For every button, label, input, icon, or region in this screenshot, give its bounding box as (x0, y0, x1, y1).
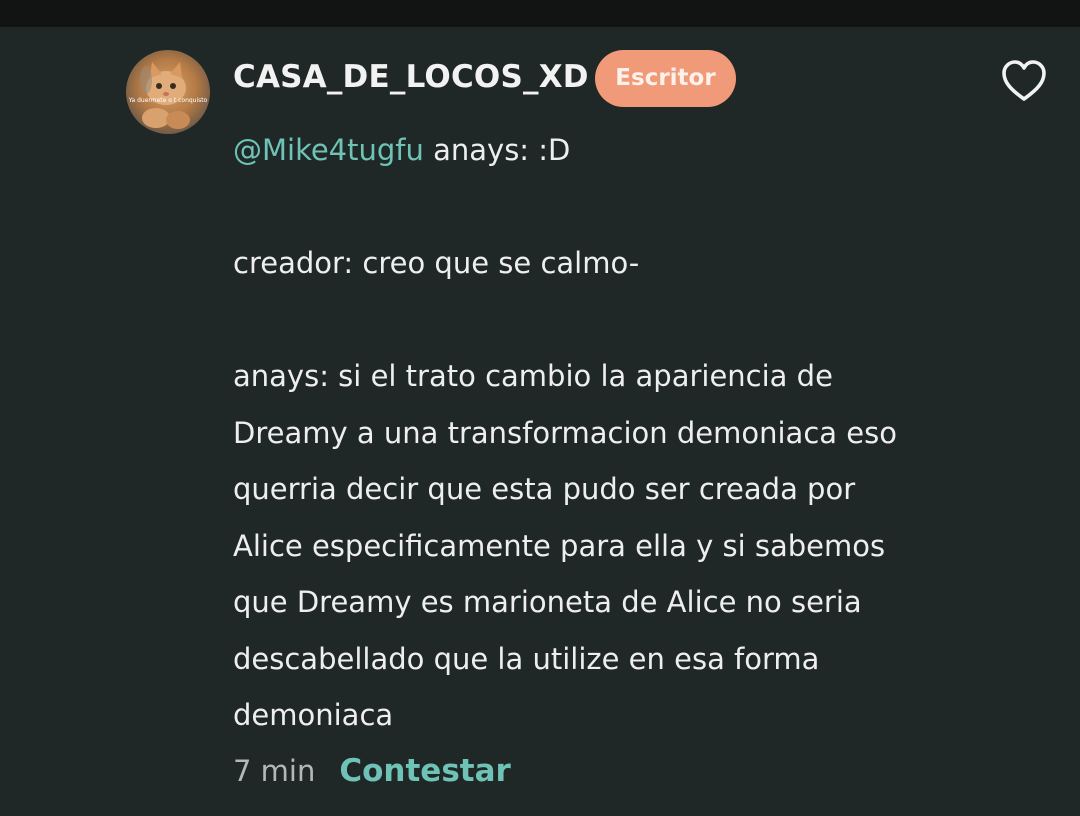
comment-card: Ya duermete o t conquisto CASA_DE_LOCOS_… (0, 27, 1080, 816)
comment-body: creador: creo que se calmo- anays: si el… (233, 246, 897, 732)
comment-text: @Mike4tugfu anays: :D creador: creo que … (233, 122, 993, 744)
avatar[interactable]: Ya duermete o t conquisto (126, 50, 210, 134)
like-button[interactable] (1000, 59, 1048, 103)
reply-button[interactable]: Contestar (339, 753, 510, 789)
role-badge: Escritor (595, 50, 736, 107)
timestamp: 7 min (233, 754, 316, 788)
mention-link[interactable]: @Mike4tugfu (233, 133, 424, 167)
heart-outline-icon (1002, 60, 1046, 101)
avatar-caption: Ya duermete o t conquisto (128, 97, 208, 104)
comment-first-line: anays: :D (423, 133, 571, 167)
comment-footer: 7 min Contestar (233, 745, 511, 797)
author-name[interactable]: CASA_DE_LOCOS_XD (233, 59, 589, 95)
cat-photo-icon (140, 62, 190, 129)
status-bar (0, 0, 1080, 27)
